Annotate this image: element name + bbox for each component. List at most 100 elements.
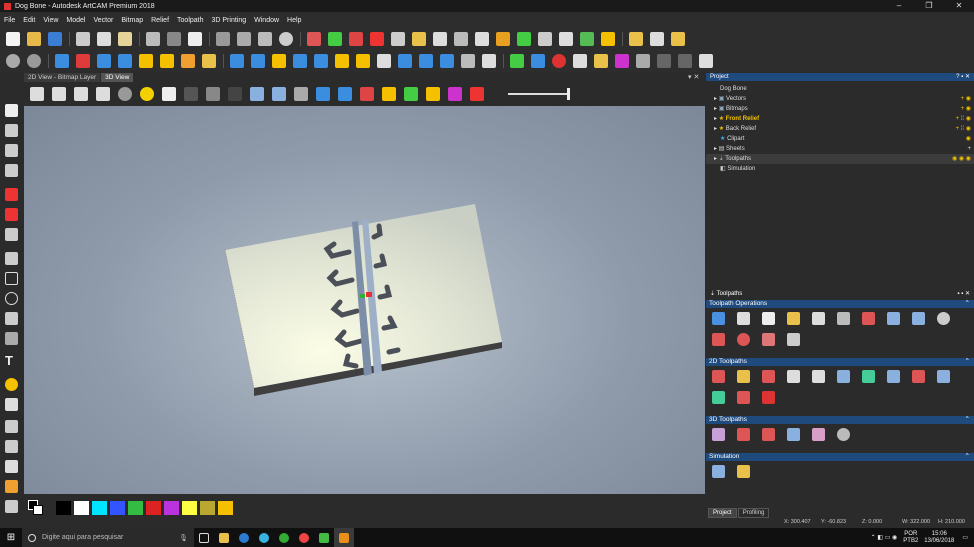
simulate-icon[interactable] xyxy=(712,465,725,478)
menu-vector[interactable]: Vector xyxy=(93,17,113,24)
star-blue-icon[interactable] xyxy=(316,87,330,101)
relief-orange-icon[interactable] xyxy=(181,54,195,68)
clipart-action-icon[interactable]: ◉ xyxy=(966,134,971,144)
tree-item-sheets[interactable]: ▸ ▤ Sheets + xyxy=(706,144,974,154)
engrave-icon[interactable] xyxy=(862,370,875,383)
back-relief-actions-icon[interactable]: + ⁞⁞ ◉ xyxy=(956,124,971,134)
profile-icon[interactable] xyxy=(737,370,750,383)
tree-item-root[interactable]: Dog Bone xyxy=(706,84,974,94)
relief-green-icon[interactable] xyxy=(517,32,531,46)
texture-icon[interactable] xyxy=(762,391,775,404)
swatch-yellow[interactable] xyxy=(182,501,197,515)
tree-item-vectors[interactable]: ▸ ▣ Vectors + ◉ xyxy=(706,94,974,104)
maximize-button[interactable]: ❐ xyxy=(914,0,944,12)
brush-icon[interactable] xyxy=(5,398,18,411)
tree-item-bitmaps[interactable]: ▸ ▣ Bitmaps + ◉ xyxy=(706,104,974,114)
vector-tool-icon[interactable] xyxy=(454,32,468,46)
tab-profiling[interactable]: Profiling xyxy=(737,508,770,518)
layer-stack-icon[interactable] xyxy=(482,54,496,68)
curve-icon[interactable] xyxy=(496,32,510,46)
swatch-red[interactable] xyxy=(146,501,161,515)
menu-window[interactable]: Window xyxy=(254,17,279,24)
view-iso3-icon[interactable] xyxy=(74,87,88,101)
tree-item-simulation[interactable]: ◧ Simulation xyxy=(706,164,974,174)
slider-knob[interactable] xyxy=(567,88,570,100)
grid-icon[interactable] xyxy=(216,32,230,46)
node-edit-icon[interactable] xyxy=(5,124,18,137)
zoom-icon[interactable] xyxy=(118,87,132,101)
add-vector-icon[interactable]: + ◉ xyxy=(961,94,971,104)
color-palette-icon[interactable] xyxy=(470,87,484,101)
layer-yellow-icon[interactable] xyxy=(601,32,615,46)
select-arrow-icon[interactable] xyxy=(5,104,18,117)
folder-icon[interactable] xyxy=(412,32,426,46)
microphone-icon[interactable]: 🎙 xyxy=(179,534,188,542)
shape-blue2-icon[interactable] xyxy=(314,54,328,68)
panel-controls[interactable]: ? ▪ ✕ xyxy=(956,73,970,81)
relief-tools-icon[interactable] xyxy=(97,54,111,68)
section-3d-toolpaths[interactable]: 3D Toolpaths ⌃ xyxy=(706,416,974,424)
search-icon[interactable] xyxy=(6,54,20,68)
dots-icon[interactable] xyxy=(650,32,664,46)
clock[interactable]: 15:06 13/06/2018 xyxy=(924,531,954,545)
drop-icon[interactable] xyxy=(5,378,18,391)
browser-blue-icon[interactable] xyxy=(254,528,274,547)
merge-icon[interactable] xyxy=(580,32,594,46)
arc-icon[interactable] xyxy=(5,332,18,345)
transform-icon[interactable] xyxy=(5,164,18,177)
notification-icon[interactable]: ▭ xyxy=(962,534,968,541)
green-tool-icon[interactable] xyxy=(404,87,418,101)
tab-2d-view[interactable]: 2D View - Bitmap Layer xyxy=(24,73,101,82)
view-iso2-icon[interactable] xyxy=(52,87,66,101)
tree-item-toolpaths[interactable]: ▸ ⇣ Toolpaths ◉ ◉ ◉ xyxy=(706,154,974,164)
shape-tool-icon[interactable] xyxy=(5,228,18,241)
green-app-icon[interactable] xyxy=(314,528,334,547)
combine-icon[interactable] xyxy=(230,54,244,68)
sparkle-icon[interactable] xyxy=(426,87,440,101)
tool-drop-icon[interactable] xyxy=(812,312,825,325)
drill-icon[interactable] xyxy=(787,370,800,383)
eraser-icon[interactable] xyxy=(307,32,321,46)
text-tool-icon[interactable]: T xyxy=(5,354,18,367)
toolpaths-panel-controls[interactable]: ▪ ▪ ✕ xyxy=(957,290,970,298)
select-region-icon[interactable] xyxy=(615,54,629,68)
rect-icon[interactable] xyxy=(636,54,650,68)
polygon-icon[interactable] xyxy=(678,54,692,68)
wrap-icon[interactable] xyxy=(573,54,587,68)
arch-icon[interactable] xyxy=(594,54,608,68)
front-relief-actions-icon[interactable]: + ⁞⁞ ◉ xyxy=(956,114,971,124)
open-folder-icon[interactable] xyxy=(27,32,41,46)
swatch-gold[interactable] xyxy=(218,501,233,515)
bevel-icon[interactable] xyxy=(837,370,850,383)
nodes-toolpath-icon[interactable] xyxy=(737,333,750,346)
pen-icon[interactable] xyxy=(5,440,18,453)
menu-model[interactable]: Model xyxy=(66,17,85,24)
relief-tools2-icon[interactable] xyxy=(118,54,132,68)
text-toolpath-icon[interactable] xyxy=(712,370,725,383)
layout-icon[interactable] xyxy=(237,32,251,46)
shape-yellow3-icon[interactable] xyxy=(356,54,370,68)
inlay-icon[interactable] xyxy=(887,370,900,383)
table-icon[interactable] xyxy=(258,32,272,46)
tree-item-front-relief[interactable]: ▸ ★ Front Relief + ⁞⁞ ◉ xyxy=(706,114,974,124)
save-icon[interactable] xyxy=(48,32,62,46)
color-icon[interactable] xyxy=(349,32,363,46)
paint-icon[interactable] xyxy=(5,480,18,493)
minimize-button[interactable]: – xyxy=(884,0,914,12)
grid-layout2-icon[interactable] xyxy=(912,312,925,325)
tab-3d-view[interactable]: 3D View xyxy=(101,73,134,82)
tool-shape-icon[interactable] xyxy=(837,312,850,325)
rectangle-icon[interactable] xyxy=(5,272,18,285)
menu-file[interactable]: File xyxy=(4,17,15,24)
sheet2-icon[interactable] xyxy=(419,54,433,68)
circle-icon[interactable] xyxy=(5,292,18,305)
sheet-icon[interactable] xyxy=(398,54,412,68)
swatch-olive[interactable] xyxy=(200,501,215,515)
spiral-icon[interactable] xyxy=(552,54,566,68)
relief-add-icon[interactable] xyxy=(328,32,342,46)
language-indicator[interactable]: POR PTB2 xyxy=(903,531,918,545)
tool-icon[interactable] xyxy=(206,87,220,101)
move-icon[interactable] xyxy=(5,144,18,157)
calculator-icon[interactable] xyxy=(737,312,750,325)
menu-3d-printing[interactable]: 3D Printing xyxy=(212,17,247,24)
